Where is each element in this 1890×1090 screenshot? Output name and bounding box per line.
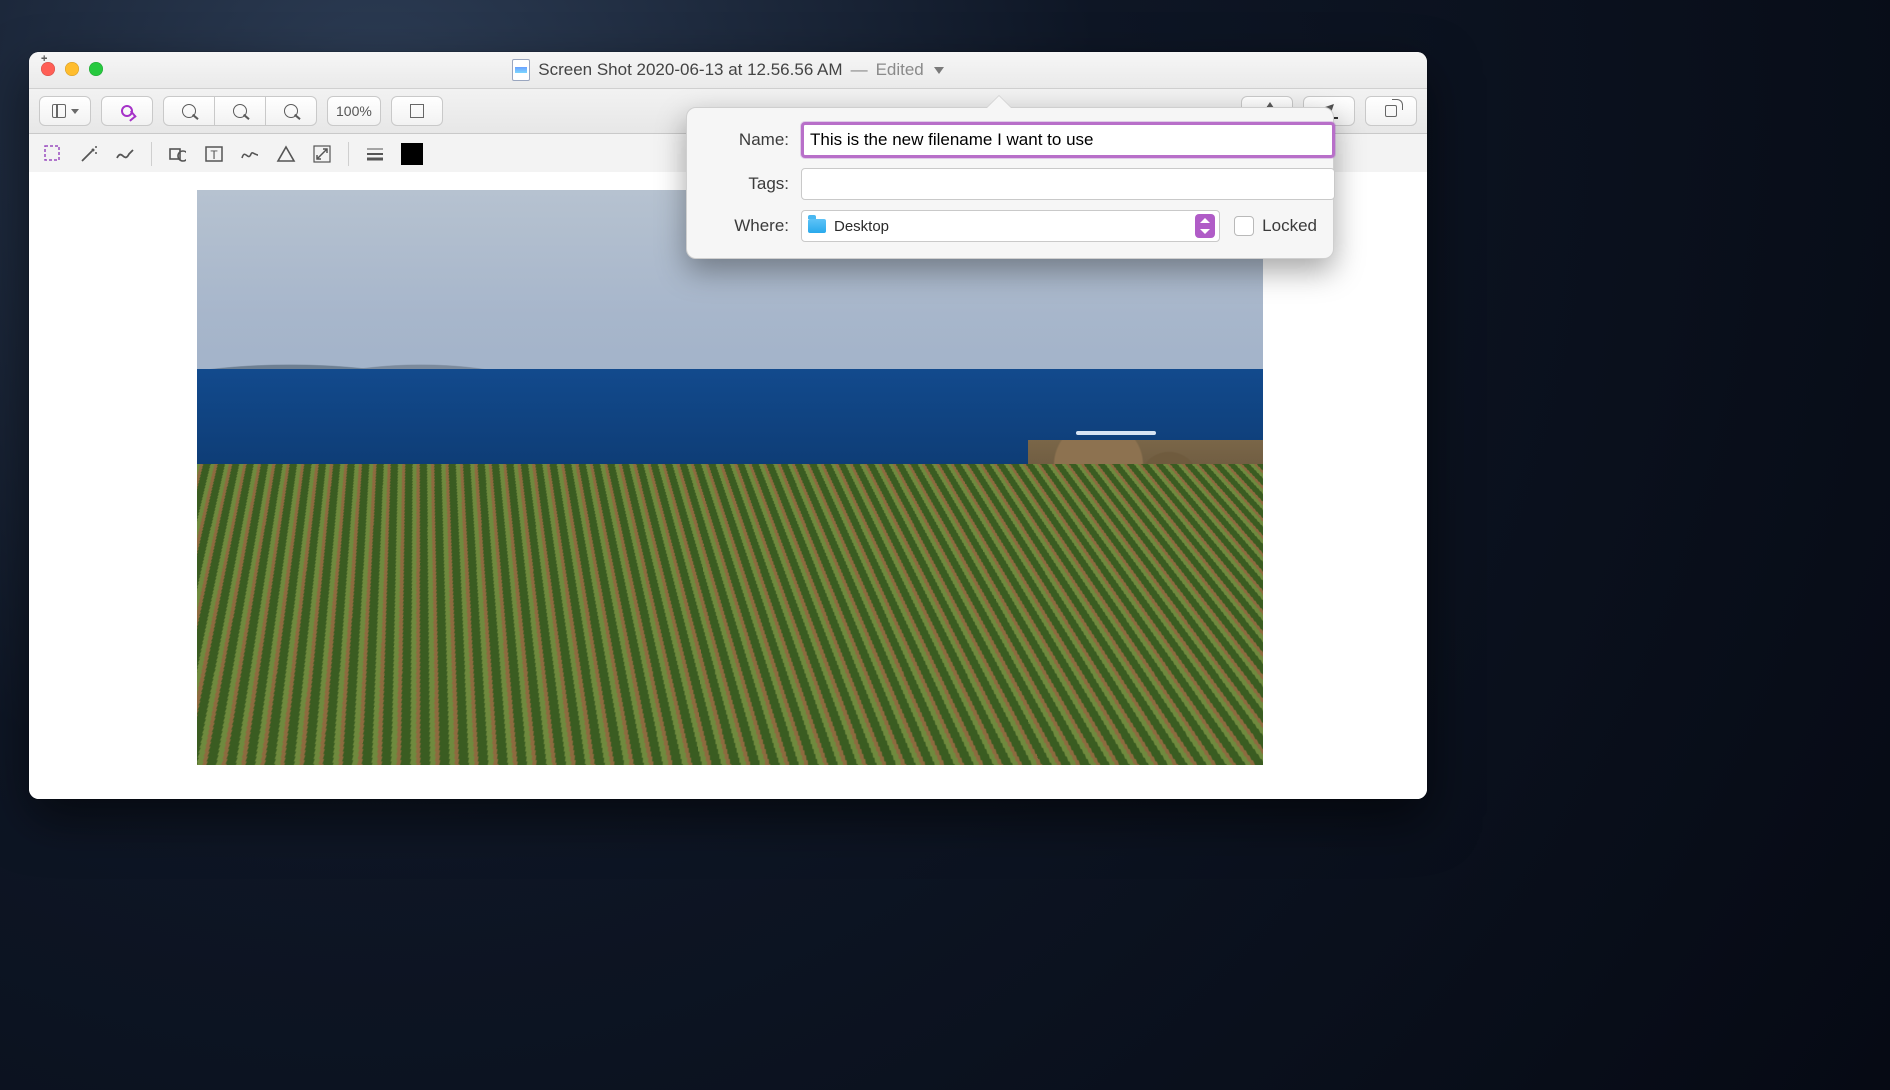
selection-bounds-icon (409, 103, 425, 119)
magnifier-minus-icon (182, 104, 196, 118)
fill-color-swatch[interactable] (401, 143, 423, 165)
tags-label: Tags: (748, 174, 789, 194)
name-label: Name: (739, 130, 789, 150)
shapes-icon (168, 144, 186, 164)
markup-icon (119, 103, 135, 119)
adjust-size-button[interactable] (312, 144, 332, 164)
zoom-segment: − + (163, 96, 317, 126)
separator (348, 142, 349, 166)
window-title[interactable]: Screen Shot 2020-06-13 at 12.56.56 AM — … (512, 59, 944, 81)
rotate-icon (1383, 103, 1399, 119)
line-style-button[interactable] (365, 144, 385, 164)
folder-icon (808, 219, 826, 233)
window-title-sep: — (851, 60, 868, 80)
locked-group: Locked (1234, 216, 1317, 236)
shapes-button[interactable] (168, 144, 188, 164)
signature-icon (240, 144, 258, 164)
tags-field[interactable] (801, 168, 1335, 200)
selection-tool-button[interactable] (43, 144, 63, 164)
line-weight-icon (365, 144, 383, 164)
instant-alpha-button[interactable] (79, 144, 99, 164)
window-title-filename: Screen Shot 2020-06-13 at 12.56.56 AM (538, 60, 842, 80)
resize-icon (312, 144, 332, 164)
text-tool-button[interactable]: T (204, 144, 224, 164)
minimize-window-button[interactable] (65, 62, 79, 76)
dashed-selection-icon (43, 144, 61, 164)
markup-toggle-button[interactable] (101, 96, 153, 126)
magnifier-icon (233, 104, 247, 118)
magnifier-plus-icon (284, 104, 298, 118)
zoom-actual-button[interactable] (215, 96, 266, 126)
name-field[interactable] (801, 122, 1335, 158)
locked-checkbox[interactable] (1234, 216, 1254, 236)
zoom-in-button[interactable]: + (266, 96, 317, 126)
zoom-out-button[interactable]: − (163, 96, 215, 126)
document-icon (512, 59, 530, 81)
zoom-level-button[interactable]: 100% (327, 96, 381, 126)
rotate-button[interactable] (1365, 96, 1417, 126)
separator (151, 142, 152, 166)
sketch-icon (115, 144, 135, 164)
traffic-lights (41, 62, 103, 76)
zoom-level-label: 100% (336, 103, 372, 119)
rectangular-selection-button[interactable] (391, 96, 443, 126)
chevron-down-icon (71, 109, 79, 114)
where-value: Desktop (834, 218, 889, 235)
sign-button[interactable] (240, 144, 260, 164)
zoom-window-button[interactable] (89, 62, 103, 76)
prism-icon (276, 144, 296, 164)
text-icon: T (204, 144, 224, 164)
magic-wand-icon (79, 144, 99, 164)
adjust-color-button[interactable] (276, 144, 296, 164)
svg-text:T: T (210, 148, 218, 162)
title-bar: Screen Shot 2020-06-13 at 12.56.56 AM — … (29, 52, 1427, 89)
sidebar-icon (51, 103, 67, 119)
rename-popover: Name: Tags: Where: Desktop Locked (686, 107, 1334, 259)
sidebar-toggle-button[interactable] (39, 96, 91, 126)
chevron-down-icon (934, 67, 944, 74)
locked-label: Locked (1262, 216, 1317, 236)
opened-image (197, 190, 1263, 786)
updown-caret-icon (1195, 214, 1215, 238)
where-select[interactable]: Desktop (801, 210, 1220, 242)
sketch-tool-button[interactable] (115, 144, 135, 164)
document-canvas[interactable] (29, 172, 1427, 799)
window-title-status: Edited (876, 60, 924, 80)
where-label: Where: (734, 216, 789, 236)
